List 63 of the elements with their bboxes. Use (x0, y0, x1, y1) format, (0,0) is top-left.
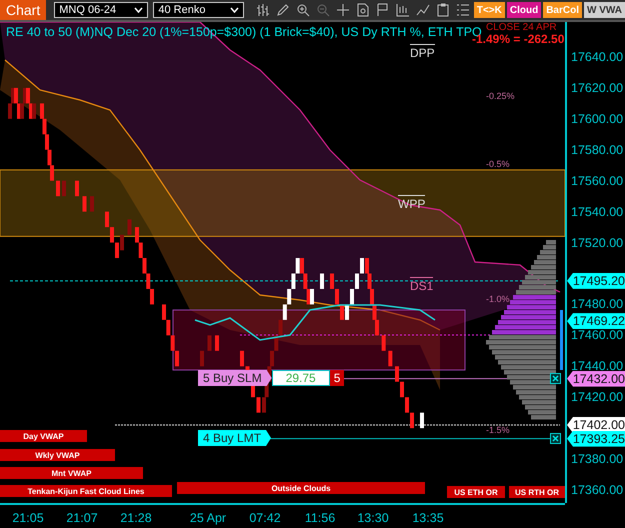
bracket-chart-icon[interactable] (396, 3, 410, 17)
clipboard-icon[interactable] (436, 3, 450, 17)
time-tick: 21:28 (120, 511, 152, 525)
price-marker: 17393.25 (567, 430, 625, 447)
price-marker: 17432.00 (567, 370, 625, 387)
price-tick: 17480.00 (571, 297, 624, 312)
price-tick: 17360.00 (571, 482, 624, 497)
chart-menu-button[interactable]: Chart (0, 0, 46, 20)
document-search-icon[interactable] (356, 3, 370, 17)
bar-chart-icon[interactable] (256, 3, 270, 17)
indicator-label: Wkly VWAP (0, 449, 115, 461)
order-label[interactable]: 4 Buy LMT (198, 430, 272, 446)
time-tick: 11:56 (304, 511, 336, 525)
indicator-label: US ETH OR (447, 486, 505, 498)
cancel-order-icon[interactable] (550, 433, 561, 444)
instrument-dropdown[interactable]: MNQ 06-24 (54, 2, 148, 18)
scroll-indicator (560, 310, 563, 370)
indicator-label: US RTH OR (509, 486, 565, 498)
percent-label: -1.0% (486, 294, 510, 304)
time-tick: 25 Apr (190, 511, 226, 525)
zoom-out-icon[interactable] (316, 3, 330, 17)
zoom-in-icon[interactable] (296, 3, 310, 17)
indicator-toggle-button[interactable]: Cloud (506, 2, 542, 18)
list-icon[interactable] (456, 3, 470, 17)
time-tick: 13:35 (412, 511, 444, 525)
percent-label: -1.5% (486, 425, 510, 435)
indicator-label: Day VWAP (0, 430, 87, 442)
percent-label: -0.5% (486, 159, 510, 169)
price-marker: 17469.22 (567, 313, 625, 330)
line-chart-icon[interactable] (416, 3, 430, 17)
order-label[interactable]: 5 Buy SLM (198, 370, 272, 386)
indicator-label: Tenkan-Kijun Fast Cloud Lines (0, 485, 172, 497)
price-tick: 17440.00 (571, 359, 624, 374)
price-tick: 17620.00 (571, 80, 624, 95)
bar-type-dropdown[interactable]: 40 Renko (153, 2, 244, 18)
price-tick: 17520.00 (571, 236, 624, 250)
price-tick: 17420.00 (571, 390, 624, 404)
time-tick: 21:07 (66, 511, 98, 525)
indicator-toggle-button[interactable]: W VWA (584, 2, 625, 18)
price-tick: 17600.00 (571, 112, 624, 126)
caret-icon (134, 7, 144, 13)
price-tick: 17380.00 (571, 452, 624, 466)
time-tick: 07:42 (249, 511, 281, 525)
flag-icon[interactable] (376, 3, 390, 17)
price-tick: 17640.00 (571, 50, 624, 64)
percent-label: -0.25% (486, 91, 515, 101)
cancel-order-icon[interactable] (550, 373, 561, 384)
indicator-label: Outside Clouds (177, 482, 425, 494)
order-quantity[interactable]: 5 (330, 370, 344, 386)
crosshair-icon[interactable] (336, 3, 350, 17)
caret-icon (230, 7, 239, 13)
price-marker: 17495.20 (567, 272, 625, 289)
pivot-label: DS1 (410, 277, 434, 293)
price-tick: 17560.00 (571, 174, 624, 188)
indicator-label: Mnt VWAP (0, 467, 143, 479)
pivot-label: DPP (410, 44, 435, 60)
price-tick: 17540.00 (571, 204, 624, 219)
pencil-icon[interactable] (276, 3, 290, 17)
price-tick: 17580.00 (571, 142, 624, 157)
time-tick: 21:05 (12, 511, 44, 525)
price-tick: 17460.00 (571, 328, 624, 342)
time-tick: 13:30 (357, 511, 389, 525)
close-label: CLOSE 24 APR (486, 22, 557, 33)
